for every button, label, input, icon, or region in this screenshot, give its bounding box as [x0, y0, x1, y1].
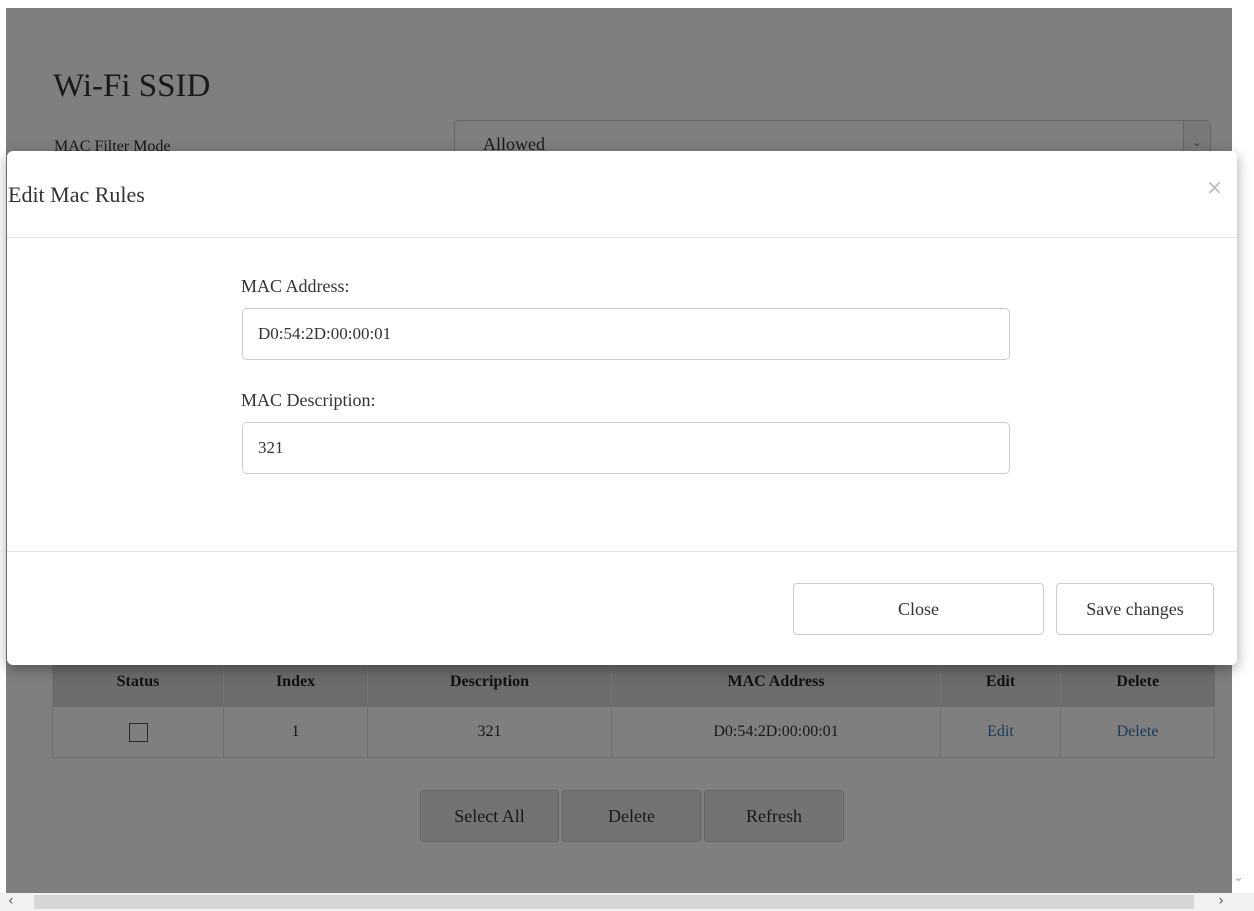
modal-footer	[7, 551, 1237, 552]
horizontal-scrollbar[interactable]: ‹ ›	[0, 893, 1254, 911]
mac-description-label: MAC Description:	[241, 390, 376, 410]
mac-address-label: MAC Address:	[241, 276, 350, 296]
scroll-right-icon[interactable]: ›	[1218, 893, 1224, 909]
scrollbar-thumb[interactable]	[34, 895, 1194, 909]
scroll-down-icon[interactable]: ⌄	[1233, 870, 1244, 885]
mac-description-input[interactable]	[242, 422, 1010, 474]
save-changes-button[interactable]: Save changes	[1056, 583, 1214, 635]
scroll-left-icon[interactable]: ‹	[8, 893, 14, 909]
modal-header: Edit Mac Rules ×	[7, 151, 1237, 238]
edit-mac-rules-modal: Edit Mac Rules × MAC Address: MAC Descri…	[7, 151, 1237, 665]
mac-address-input[interactable]	[242, 308, 1010, 360]
modal-title: Edit Mac Rules	[8, 182, 145, 207]
close-icon[interactable]: ×	[1206, 175, 1223, 199]
close-button[interactable]: Close	[793, 583, 1044, 635]
